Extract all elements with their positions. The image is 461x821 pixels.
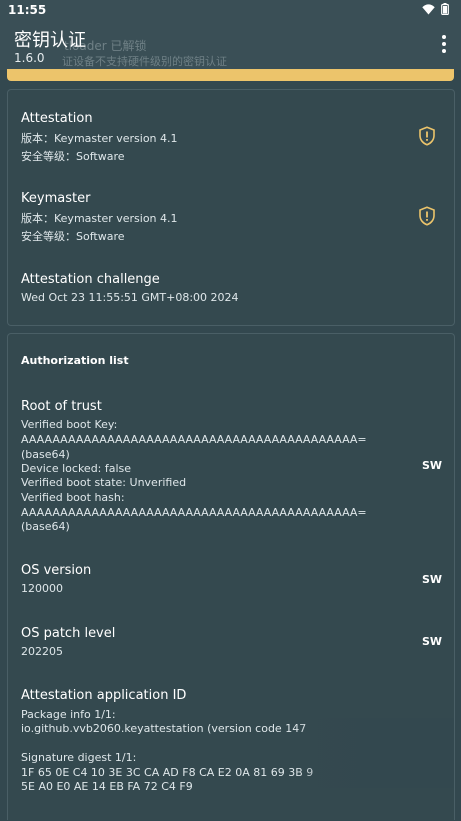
security-level-badge: SW — [421, 573, 442, 586]
root-of-trust-line: Verified boot Key: — [21, 418, 118, 431]
attestation-version: 版本：Keymaster version 4.1 — [21, 132, 178, 145]
authorization-list-card: Authorization list Root of trust Verifie… — [7, 333, 455, 820]
text-fade-overlay — [294, 718, 454, 788]
warning-shield-icon[interactable] — [418, 206, 436, 226]
os-version-label: OS version — [21, 563, 92, 578]
os-version-value: 120000 — [21, 582, 63, 595]
security-level-badge: SW — [421, 459, 442, 472]
os-patch-level-value: 202205 — [21, 645, 63, 658]
keymaster-version: 版本：Keymaster version 4.1 — [21, 212, 178, 225]
status-icons — [422, 3, 449, 15]
app-id-line: 1F 65 0E C4 10 3E 3C CA AD F8 CA E2 0A 8… — [21, 766, 314, 779]
app-id-line: Signature digest 1/1: — [21, 751, 137, 764]
keymaster-label: Keymaster — [21, 191, 91, 206]
root-of-trust-label: Root of trust — [21, 399, 102, 414]
app-id-line: 5E A0 E0 AE 14 EB FA 72 C4 F9 — [21, 780, 193, 793]
root-of-trust-line: Verified boot hash: — [21, 491, 125, 504]
app-id-line: io.github.vvb2060.keyattestation (versio… — [21, 722, 307, 735]
root-of-trust-line: Verified boot state: Unverified — [21, 476, 187, 489]
challenge-label: Attestation challenge — [21, 272, 160, 287]
wifi-icon — [422, 3, 435, 14]
app-version: 1.6.0 — [14, 51, 45, 65]
security-level-badge: SW — [421, 635, 442, 648]
challenge-value: Wed Oct 23 11:55:51 GMT+08:00 2024 — [21, 291, 239, 304]
authorization-list-header: Authorization list — [21, 354, 129, 367]
keymaster-security: 安全等级：Software — [21, 230, 125, 243]
status-bar: 11:55 — [0, 0, 461, 20]
ghost-warning-subtext: 证设备不支持硬件级别的密钥认证 — [62, 55, 227, 68]
root-of-trust-line: AAAAAAAAAAAAAAAAAAAAAAAAAAAAAAAAAAAAAAAA… — [21, 506, 367, 519]
battery-icon — [441, 3, 449, 15]
root-of-trust-line: Device locked: false — [21, 462, 132, 475]
attestation-card: Attestation 版本：Keymaster version 4.1 安全等… — [7, 89, 455, 326]
attestation-security: 安全等级：Software — [21, 150, 125, 163]
app-bar: tloader 已解锁 证设备不支持硬件级别的密钥认证 密钥认证 1.6.0 — [0, 20, 461, 70]
root-of-trust-line: AAAAAAAAAAAAAAAAAAAAAAAAAAAAAAAAAAAAAAAA… — [21, 433, 367, 446]
root-of-trust-line: (base64) — [21, 520, 70, 533]
page-title: 密钥认证 — [14, 30, 86, 51]
warning-shield-icon[interactable] — [418, 126, 436, 146]
app-id-label: Attestation application ID — [21, 688, 187, 703]
root-of-trust-line: (base64) — [21, 448, 70, 461]
status-time: 11:55 — [8, 3, 47, 17]
attestation-label: Attestation — [21, 111, 93, 126]
os-patch-level-label: OS patch level — [21, 626, 116, 641]
app-id-line: Package info 1/1: — [21, 708, 116, 721]
more-options-icon[interactable] — [441, 35, 447, 53]
warning-banner[interactable] — [7, 69, 454, 81]
